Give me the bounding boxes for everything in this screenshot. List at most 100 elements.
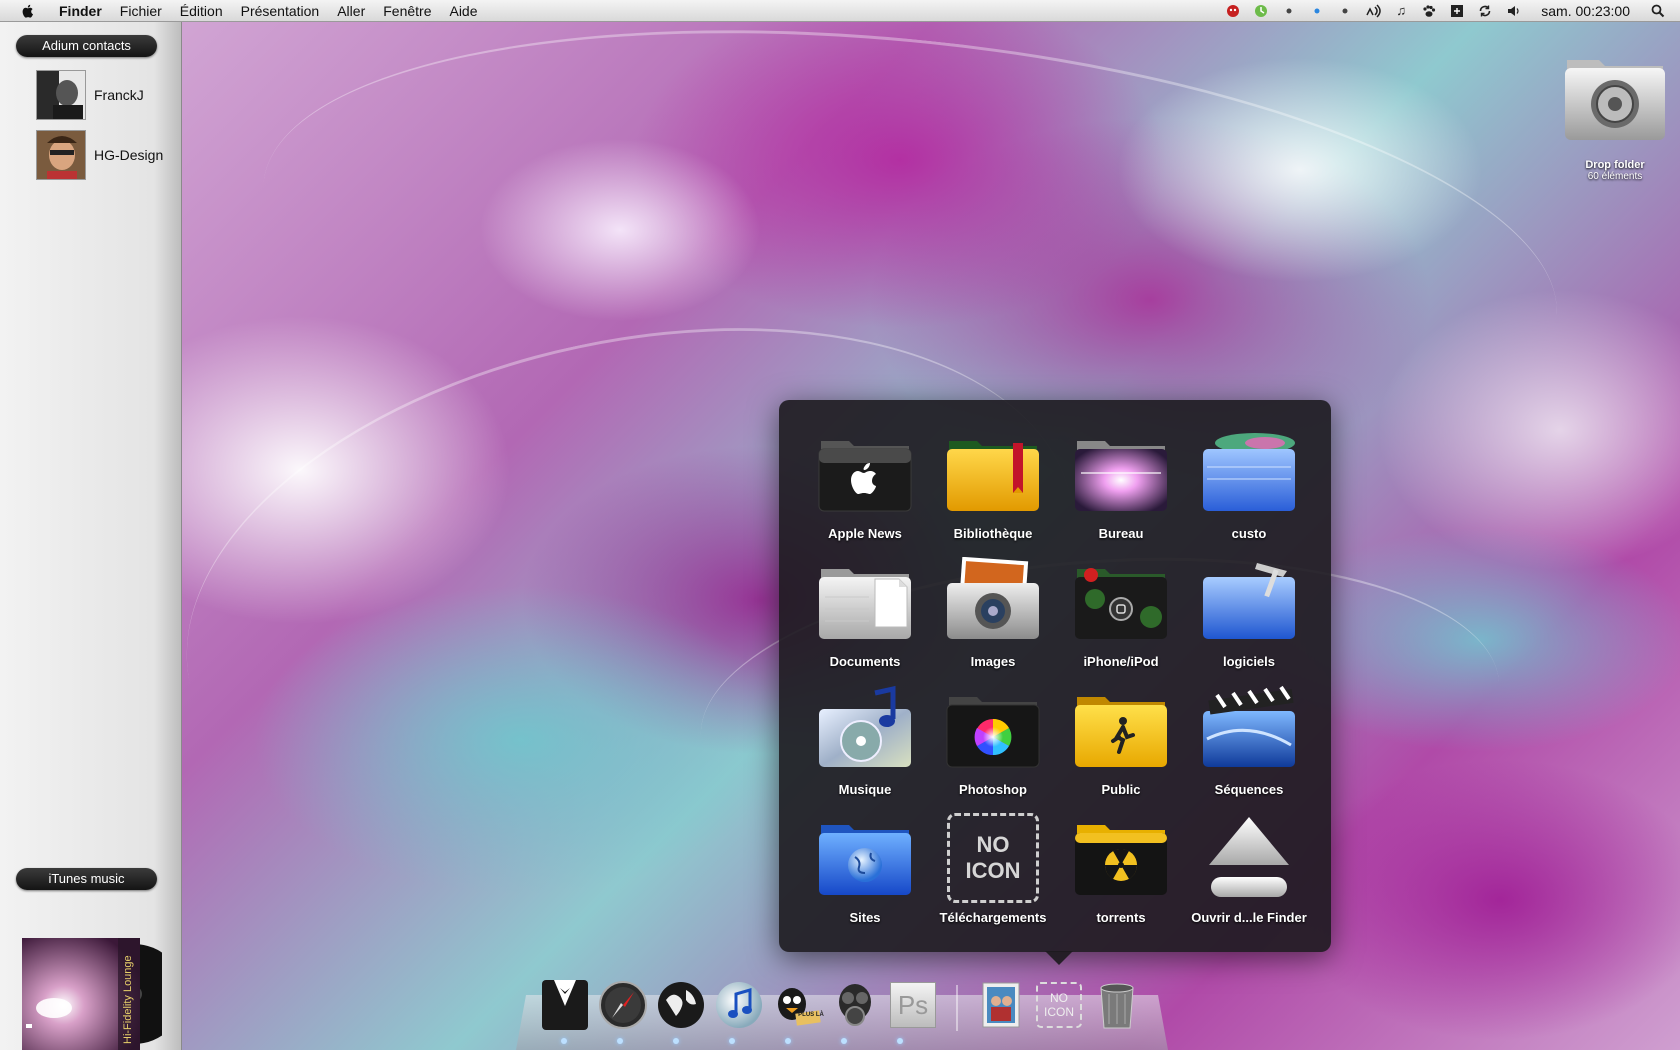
dock-tuxedo-app-icon[interactable] <box>540 977 590 1033</box>
menubar-clock[interactable]: sam. 00:23:00 <box>1527 3 1644 19</box>
stack-item-label: Musique <box>838 782 892 797</box>
stack-item[interactable]: Bibliothèque <box>929 424 1057 552</box>
stack-item[interactable]: Apple News <box>801 424 929 552</box>
contact-item[interactable]: FranckJ <box>36 70 144 120</box>
iphone-folder-icon <box>1071 552 1171 652</box>
contact-name: FranckJ <box>94 87 144 103</box>
stack-item-label: Apple News <box>828 526 902 541</box>
contact-item[interactable]: HG-Design <box>36 130 163 180</box>
public-folder-icon <box>1071 680 1171 780</box>
dot-icon[interactable] <box>1281 3 1297 19</box>
dock-photo-stack-icon[interactable] <box>976 977 1026 1033</box>
dock-downloads-stack-icon[interactable]: NO ICON <box>1034 977 1084 1033</box>
growl-paw-icon[interactable] <box>1421 3 1437 19</box>
stack-item-open-in-finder[interactable]: Ouvrir d...le Finder <box>1185 808 1313 936</box>
menu-app-finder[interactable]: Finder <box>50 0 111 22</box>
stack-item[interactable]: torrents <box>1057 808 1185 936</box>
stack-item-label: Public <box>1101 782 1141 797</box>
dock-safari-icon[interactable] <box>598 977 648 1033</box>
adium-contacts-header: Adium contacts <box>16 35 157 57</box>
album-artwork[interactable]: Hi-Fidelity Lounge <box>22 938 184 1050</box>
dock-trash-icon[interactable] <box>1092 977 1142 1033</box>
stack-item-label: Ouvrir d...le Finder <box>1191 910 1307 925</box>
left-sidebar-widget: Adium contacts FranckJ HG-Design iTunes … <box>0 22 184 1050</box>
dock-adium-duck-icon[interactable]: PLUS LÀ <box>772 977 824 1033</box>
adium-status-icon[interactable] <box>1225 3 1241 19</box>
spotlight-search-icon[interactable] <box>1650 3 1666 19</box>
menu-aller[interactable]: Aller <box>328 0 374 22</box>
dock-photoshop-text: Ps <box>897 989 929 1020</box>
display-icon[interactable] <box>1449 3 1465 19</box>
menu-fenetre[interactable]: Fenêtre <box>374 0 440 22</box>
dock-separator <box>956 985 958 1031</box>
dock: PLUS LÀ Ps NO ICON <box>540 977 1142 1037</box>
dot-icon[interactable] <box>1337 3 1353 19</box>
stack-item-label: Sites <box>849 910 881 925</box>
dock-stack-grid: Apple News Bibliothèque Bureau custo Doc… <box>779 400 1331 952</box>
sites-folder-icon <box>815 808 915 908</box>
stack-item-label: Photoshop <box>959 782 1027 797</box>
menu-aide[interactable]: Aide <box>440 0 486 22</box>
stack-item-label: iPhone/iPod <box>1083 654 1159 669</box>
stack-item[interactable]: NO ICON Téléchargements <box>929 808 1057 936</box>
menu-edition[interactable]: Édition <box>171 0 232 22</box>
music-folder-icon <box>815 680 915 780</box>
stack-item[interactable]: Images <box>929 552 1057 680</box>
drop-folder-label: Drop folder <box>1585 159 1645 171</box>
desktop-folder-icon <box>1071 424 1171 524</box>
blue-dot-icon[interactable] <box>1309 3 1325 19</box>
library-folder-icon <box>943 424 1043 524</box>
music-note-icon[interactable]: ♫ <box>1393 3 1409 19</box>
dock-running-indicator <box>617 1038 623 1044</box>
stack-pointer-arrow <box>1045 951 1073 965</box>
apple-folder-icon <box>815 424 915 524</box>
dock-itunes-icon[interactable] <box>714 977 764 1033</box>
dock-adium-sign: PLUS LÀ <box>798 1012 824 1018</box>
status-area: ♫ sam. 00:23:00 <box>1219 0 1680 22</box>
custo-folder-icon <box>1199 424 1299 524</box>
stack-item-label: Documents <box>829 654 901 669</box>
apple-menu-icon[interactable] <box>20 3 36 19</box>
album-title: Hi-Fidelity Lounge <box>122 955 134 1044</box>
stack-item[interactable]: Public <box>1057 680 1185 808</box>
drop-folder-count: 60 éléments <box>1587 171 1643 182</box>
stack-item-label: logiciels <box>1222 654 1276 669</box>
stack-item[interactable]: Documents <box>801 552 929 680</box>
drop-folder-desktop-icon[interactable]: Drop folder 60 éléments <box>1556 50 1674 182</box>
stack-item-label: Bureau <box>1098 526 1144 541</box>
stack-items-grid: Apple News Bibliothèque Bureau custo Doc… <box>801 424 1313 936</box>
volume-icon[interactable] <box>1505 3 1521 19</box>
sync-icon[interactable] <box>1477 3 1493 19</box>
avatar <box>36 130 86 180</box>
radioactive-folder-icon <box>1071 808 1171 908</box>
dock-no-icon-text: NO ICON <box>1044 991 1074 1019</box>
stack-item[interactable]: logiciels <box>1185 552 1313 680</box>
stack-item-label: Séquences <box>1214 782 1284 797</box>
stack-item[interactable]: Séquences <box>1185 680 1313 808</box>
stack-item[interactable]: iPhone/iPod <box>1057 552 1185 680</box>
avatar <box>36 70 86 120</box>
stack-item[interactable]: Photoshop <box>929 680 1057 808</box>
menu-fichier[interactable]: Fichier <box>111 0 171 22</box>
stack-item[interactable]: Musique <box>801 680 929 808</box>
stack-item-label: custo <box>1231 526 1267 541</box>
stack-item[interactable]: Bureau <box>1057 424 1185 552</box>
dock-running-indicator <box>897 1038 903 1044</box>
dock-running-indicator <box>673 1038 679 1044</box>
timer-icon[interactable] <box>1253 3 1269 19</box>
movies-folder-icon <box>1199 680 1299 780</box>
stack-item[interactable]: custo <box>1185 424 1313 552</box>
contact-name: HG-Design <box>94 147 164 163</box>
dock-running-indicator <box>729 1038 735 1044</box>
dock-globe-icon[interactable] <box>656 977 706 1033</box>
drop-folder-icon <box>1565 60 1665 140</box>
stack-item[interactable]: Sites <box>801 808 929 936</box>
dock-photoshop-icon[interactable]: Ps <box>888 977 938 1033</box>
dock-running-indicator <box>561 1038 567 1044</box>
camera-folder-icon <box>943 552 1043 652</box>
stack-item-label: torrents <box>1096 910 1146 925</box>
dock-gas-mask-icon[interactable] <box>830 977 880 1033</box>
stack-item-label: Bibliothèque <box>953 526 1033 541</box>
menu-presentation[interactable]: Présentation <box>232 0 329 22</box>
airport-icon[interactable] <box>1365 3 1382 19</box>
